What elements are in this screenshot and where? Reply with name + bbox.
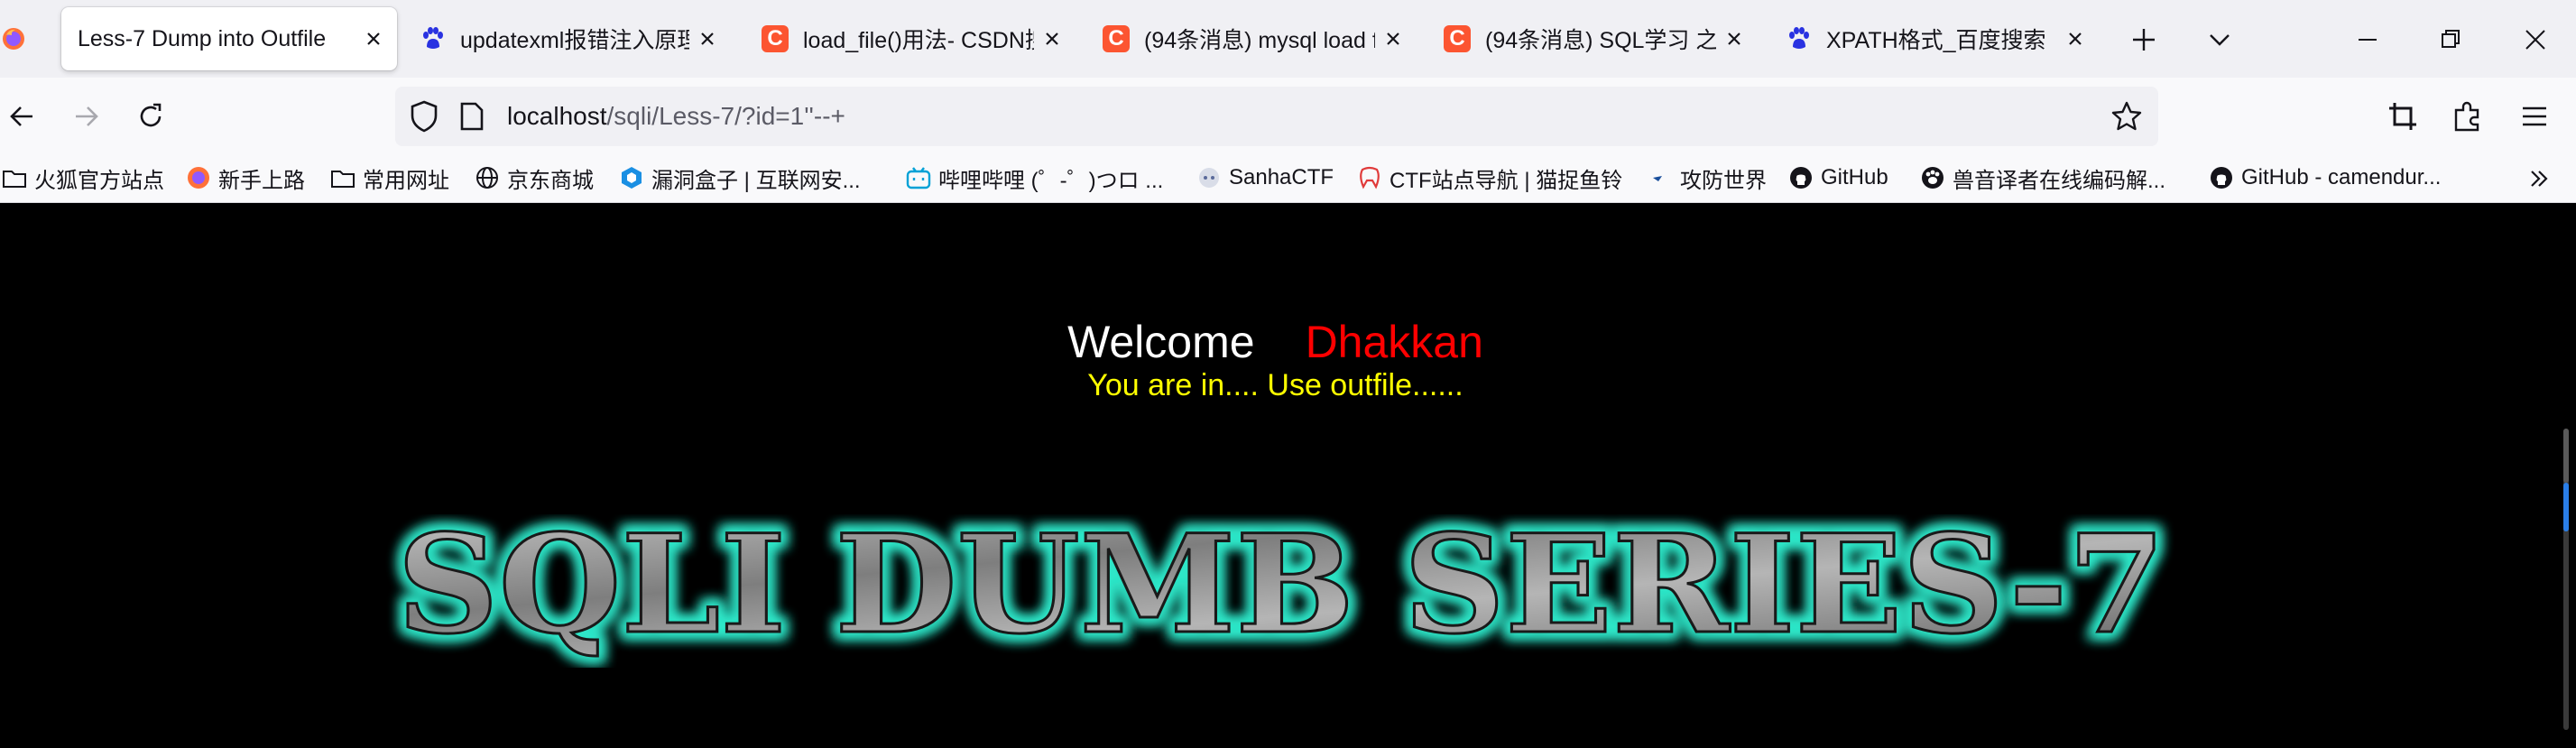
- tab-title: Less-7 Dump into Outfile: [78, 25, 327, 51]
- close-window-icon[interactable]: [2517, 22, 2553, 58]
- minimize-icon[interactable]: [2350, 22, 2386, 58]
- crop-screenshot-icon[interactable]: [2384, 97, 2422, 135]
- shield-icon[interactable]: [408, 99, 440, 134]
- tab-updatexml[interactable]: updatexml报错注入原理: [402, 7, 731, 70]
- banner-text: SQLI DUMB SERIES-7: [397, 514, 2165, 664]
- close-icon[interactable]: [2064, 28, 2086, 50]
- arrow-icon: [1653, 176, 1662, 181]
- bookmark-label: 漏洞盒子 | 互联网安...: [651, 168, 861, 193]
- restore-icon[interactable]: [2433, 22, 2469, 58]
- bookmark-item[interactable]: GitHub - camendur...: [2209, 155, 2441, 200]
- more-bookmarks-chevron-icon[interactable]: [2525, 164, 2553, 193]
- bookmark-item[interactable]: 攻防世界: [1648, 155, 1767, 200]
- bookmark-item[interactable]: GitHub: [1788, 155, 1888, 200]
- tab-xpath[interactable]: XPATH格式_百度搜索: [1768, 7, 2099, 70]
- close-icon[interactable]: [1382, 28, 1404, 50]
- bookmark-label: GitHub: [1821, 165, 1888, 189]
- page-icon[interactable]: [458, 101, 485, 132]
- tab-title: updatexml报错注入原理: [460, 28, 689, 53]
- new-tab-plus-icon[interactable]: [2126, 22, 2162, 58]
- bookmarks-toolbar: 火狐官方站点 新手上路 常用网址 京东商城 漏洞盒子 | 互联网安... 哔哩哔…: [0, 155, 2576, 203]
- bookmark-star-icon[interactable]: [2110, 99, 2144, 134]
- tab-mysql-load[interactable]: C (94条消息) mysql load f: [1086, 7, 1417, 70]
- tab-strip: Less-7 Dump into Outfile updatexml报错注入原理…: [0, 0, 2576, 78]
- close-icon[interactable]: [1041, 28, 1063, 50]
- tab-title: load_file()用法- CSDN搜: [803, 28, 1034, 53]
- bookmark-label: 攻防世界: [1680, 168, 1767, 193]
- url-path: /sqli/Less-7/?id=1''--+: [606, 102, 845, 130]
- github-icon: [1790, 167, 1812, 189]
- vertical-scrollbar[interactable]: [2562, 429, 2571, 730]
- bookmark-item[interactable]: 漏洞盒子 | 互联网安...: [619, 155, 861, 200]
- tab-title: XPATH格式_百度搜索: [1826, 28, 2046, 53]
- page-content: Welcome Dhakkan You are in.... Use outfil…: [0, 203, 2576, 748]
- bookmark-label: 京东商城: [507, 168, 594, 193]
- github-icon: [2211, 167, 2232, 189]
- welcome-line: Welcome Dhakkan: [0, 315, 2551, 369]
- welcome-text: Welcome: [1067, 317, 1255, 367]
- hamburger-menu-icon[interactable]: [2516, 97, 2553, 135]
- csdn-icon: C: [762, 25, 789, 52]
- url-text[interactable]: localhost/sqli/Less-7/?id=1''--+: [507, 87, 845, 146]
- bookmark-item[interactable]: 新手上路: [186, 155, 305, 200]
- bookmark-item[interactable]: 火狐官方站点: [2, 155, 164, 200]
- tooth-icon: [1360, 166, 1380, 189]
- firefox-icon: [188, 167, 209, 189]
- forward-arrow-icon[interactable]: [67, 97, 105, 135]
- csdn-icon: C: [1444, 25, 1471, 52]
- tab-sql-study[interactable]: C (94条消息) SQL学习 之 i: [1427, 7, 1758, 70]
- bookmark-label: 火狐官方站点: [34, 168, 164, 193]
- tab-load-file[interactable]: C load_file()用法- CSDN搜: [745, 7, 1076, 70]
- bookmark-label: SanhaCTF: [1229, 165, 1334, 189]
- hexagon-icon: [622, 167, 642, 189]
- globe-icon: [476, 167, 498, 189]
- bookmark-label: 常用网址: [363, 168, 449, 193]
- paw-icon: [1922, 167, 1944, 189]
- user-name: Dhakkan: [1305, 317, 1483, 367]
- status-message: You are in.... Use outfile......: [1087, 368, 1463, 402]
- close-icon[interactable]: [1723, 28, 1745, 50]
- back-arrow-icon[interactable]: [4, 97, 42, 135]
- bookmark-item[interactable]: 哔哩哔哩 (゜-゜)つロ ...: [906, 155, 1163, 200]
- bookmark-label: GitHub - camendur...: [2241, 165, 2442, 189]
- bookmark-item[interactable]: 兽音译者在线编码解...: [1920, 155, 2165, 200]
- folder-icon: [3, 171, 26, 188]
- bookmark-label: CTF站点导航 | 猫捉鱼铃: [1390, 168, 1623, 193]
- bookmark-item[interactable]: 京东商城: [475, 155, 594, 200]
- url-host: localhost: [507, 102, 607, 130]
- bookmark-label: 兽音译者在线编码解...: [1953, 168, 2166, 193]
- baidu-paw-icon: [1789, 27, 1809, 49]
- navigation-toolbar: localhost/sqli/Less-7/?id=1''--+: [0, 78, 2576, 155]
- firefox-logo-icon[interactable]: [2, 27, 25, 51]
- tab-title: (94条消息) SQL学习 之 i: [1485, 28, 1716, 53]
- bilibili-icon: [906, 167, 931, 189]
- folder-icon: [331, 171, 355, 188]
- baidu-paw-icon: [423, 27, 443, 49]
- series-banner-image: SQLI DUMB SERIES-7 SQLI DUMB SERIES-7: [391, 514, 2172, 668]
- close-icon[interactable]: [697, 28, 718, 50]
- extensions-puzzle-icon[interactable]: [2449, 97, 2487, 135]
- bookmark-item[interactable]: 常用网址: [330, 155, 449, 200]
- tab-less7[interactable]: Less-7 Dump into Outfile: [61, 7, 397, 70]
- reload-icon[interactable]: [132, 97, 170, 135]
- mascot-icon: [1199, 168, 1219, 188]
- bookmark-item[interactable]: SanhaCTF: [1196, 155, 1334, 200]
- close-icon[interactable]: [363, 28, 384, 50]
- bookmark-label: 新手上路: [218, 168, 305, 193]
- bookmark-item[interactable]: CTF站点导航 | 猫捉鱼铃: [1357, 155, 1622, 200]
- csdn-icon: C: [1103, 25, 1130, 52]
- tab-title: (94条消息) mysql load f: [1144, 28, 1375, 53]
- list-all-tabs-chevron-icon[interactable]: [2202, 22, 2238, 58]
- bookmark-label: 哔哩哔哩 (゜-゜)つロ ...: [938, 168, 1164, 193]
- address-bar[interactable]: localhost/sqli/Less-7/?id=1''--+: [395, 87, 2158, 146]
